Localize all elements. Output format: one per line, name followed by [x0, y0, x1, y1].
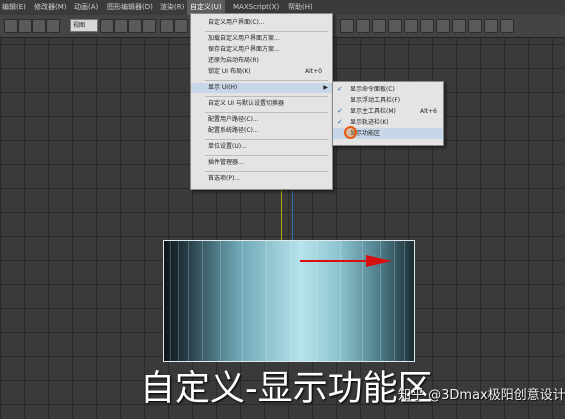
submenu-item-main-toolbar[interactable]: ✓ 显示主工具栏(M) Alt+6	[333, 106, 443, 117]
menu-item-units-setup[interactable]: 单位设置(U)...	[191, 142, 332, 152]
move-icon[interactable]	[100, 19, 114, 33]
render-frame-icon[interactable]	[468, 19, 482, 33]
menu-item-label: 配置用户路径(C)...	[208, 116, 259, 123]
menu-item-label: 加载自定义用户界面方案...	[208, 35, 280, 42]
cylinder-segment	[220, 241, 221, 361]
menu-item-label: 保存自定义用户界面方案...	[208, 46, 280, 53]
cylinder-segment	[202, 241, 203, 361]
link-icon[interactable]	[32, 19, 46, 33]
menu-item-customize-ui[interactable]: 自定义用户界面(C)...	[191, 18, 332, 28]
mirror-icon[interactable]	[340, 19, 354, 33]
curve-editor-icon[interactable]	[404, 19, 418, 33]
angle-snap-icon[interactable]	[174, 19, 188, 33]
move-gizmo-x-arrow-icon[interactable]	[300, 253, 395, 269]
undo-icon[interactable]	[4, 19, 18, 33]
submenu-item-label: 显示主工具栏(M)	[350, 108, 396, 115]
cylinder-segment	[404, 241, 405, 361]
customize-menu: 自定义用户界面(C)... 加载自定义用户界面方案... 保存自定义用户界面方案…	[190, 13, 333, 190]
submenu-item-floating-toolbars[interactable]: 显示浮动工具栏(F)	[333, 95, 443, 106]
teapot-icon[interactable]	[500, 19, 514, 33]
menu-item-label: 插件管理器...	[208, 159, 244, 166]
video-caption: 自定义-显示功能区	[140, 369, 433, 409]
render-setup-icon[interactable]	[452, 19, 466, 33]
checkmark-icon: ✓	[337, 107, 343, 115]
rotate-icon[interactable]	[114, 19, 128, 33]
menu-item-configure-user-paths[interactable]: 配置用户路径(C)...	[191, 115, 332, 125]
menu-item-label: 还原为启动布局(R)	[208, 57, 259, 64]
menu-item-label: 配置系统路径(C)...	[208, 127, 259, 134]
menu-item-preferences[interactable]: 首选项(P)...	[191, 174, 332, 184]
menu-item-label: 锁定 UI 布局(K)	[208, 68, 251, 75]
menu-item-label: 显示 UI(H)	[208, 84, 238, 91]
submenu-item-label: 显示轨迹栏(K)	[350, 119, 389, 126]
submenu-item-command-panel[interactable]: ✓ 显示命令面板(C)	[333, 84, 443, 95]
cylinder-segment	[178, 241, 179, 361]
menu-item-ui-defaults-switcher[interactable]: 自定义 UI 与默认设置切换器	[191, 99, 332, 109]
watermark: 知乎 @3Dmax极阳创意设计	[398, 388, 565, 403]
menu-separator	[205, 171, 328, 172]
pivot-icon[interactable]	[142, 19, 156, 33]
cylinder-segment	[188, 241, 189, 361]
menu-separator	[205, 155, 328, 156]
menu-item-label: 单位设置(U)...	[208, 143, 247, 150]
menu-item-lock-ui-layout[interactable]: 锁定 UI 布局(K) Alt+0	[191, 67, 332, 77]
cylinder-segment	[170, 241, 171, 361]
submenu-item-label: 显示命令面板(C)	[350, 86, 395, 93]
checkmark-icon: ✓	[337, 118, 343, 126]
scale-icon[interactable]	[128, 19, 142, 33]
submenu-item-shortcut: Alt+6	[420, 108, 437, 115]
select-icon[interactable]	[46, 19, 60, 33]
align-icon[interactable]	[356, 19, 370, 33]
menu-item-label: 首选项(P)...	[208, 175, 241, 182]
cylinder-segment	[266, 241, 267, 361]
checkmark-icon: ✓	[337, 85, 343, 93]
material-editor-icon[interactable]	[436, 19, 450, 33]
layer-icon[interactable]	[372, 19, 386, 33]
menu-item-show-ui[interactable]: 显示 UI(H) ▶	[191, 83, 332, 93]
menu-item-load-ui-scheme[interactable]: 加载自定义用户界面方案...	[191, 34, 332, 44]
menu-item-label: 自定义 UI 与默认设置切换器	[208, 100, 284, 107]
cylinder-segment	[242, 241, 243, 361]
menu-modifiers[interactable]: 修改器(M)	[34, 0, 67, 15]
cursor-click-highlight	[344, 126, 357, 139]
cylinder-segment	[291, 241, 292, 361]
menu-animation[interactable]: 动画(A)	[74, 0, 98, 15]
menu-item-plugin-manager[interactable]: 插件管理器...	[191, 158, 332, 168]
menu-edit[interactable]: 编辑(E)	[2, 0, 26, 15]
menu-separator	[205, 31, 328, 32]
menu-item-shortcut: Alt+0	[305, 68, 322, 75]
schematic-icon[interactable]	[420, 19, 434, 33]
menu-item-label: 自定义用户界面(C)...	[208, 19, 265, 26]
menu-separator	[205, 96, 328, 97]
graphite-icon[interactable]	[388, 19, 402, 33]
reference-coordinate-dropdown[interactable]: 视图	[70, 19, 98, 32]
render-icon[interactable]	[484, 19, 498, 33]
redo-icon[interactable]	[18, 19, 32, 33]
menu-separator	[205, 139, 328, 140]
menu-graph-editors[interactable]: 图形编辑器(D)	[107, 0, 153, 15]
menu-item-revert-startup-layout[interactable]: 还原为启动布局(R)	[191, 56, 332, 66]
menu-item-save-ui-scheme[interactable]: 保存自定义用户界面方案...	[191, 45, 332, 55]
menu-separator	[205, 80, 328, 81]
menu-item-configure-system-paths[interactable]: 配置系统路径(C)...	[191, 126, 332, 136]
snap-icon[interactable]	[160, 19, 174, 33]
submenu-item-label: 显示浮动工具栏(F)	[350, 97, 401, 104]
menu-separator	[205, 112, 328, 113]
menu-rendering[interactable]: 渲染(R)	[160, 0, 184, 15]
submenu-arrow-icon: ▶	[323, 84, 328, 91]
